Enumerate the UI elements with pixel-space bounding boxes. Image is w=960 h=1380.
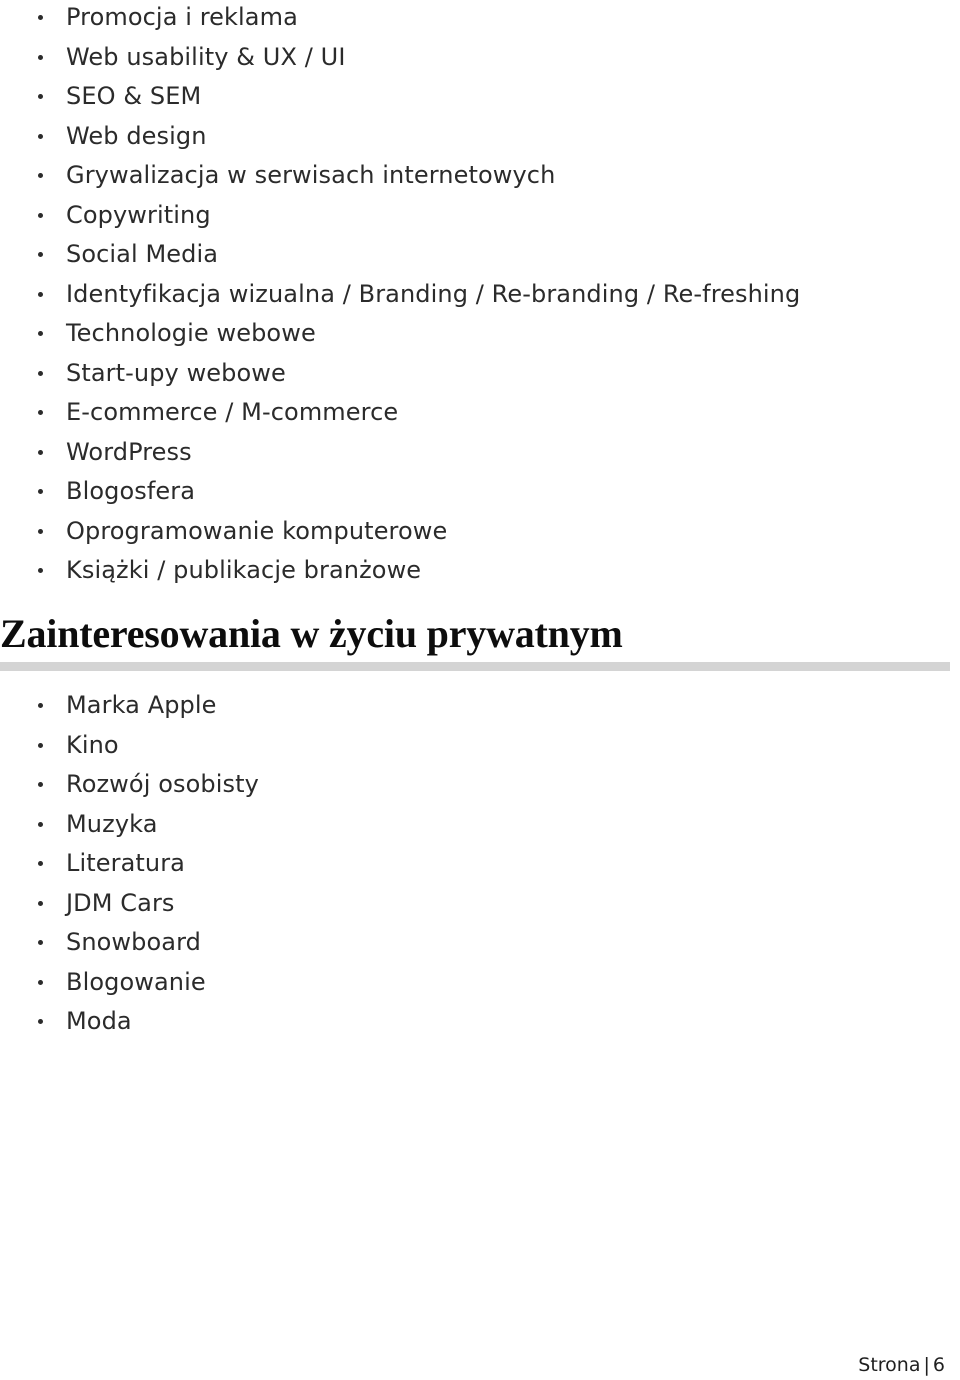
list-item-label: Moda (66, 1007, 132, 1035)
bullet-dot-icon (38, 489, 43, 495)
list-item-label: Web usability & UX / UI (66, 42, 346, 71)
list-item-label: Blogosfera (66, 477, 196, 505)
bullet-dot-icon (38, 900, 43, 906)
list-item: Marka Apple (0, 686, 960, 726)
list-item: Snowboard (0, 923, 960, 963)
list-item: Identyfikacja wizualna / Branding / Re-b… (0, 275, 960, 315)
list-item-label: SEO & SEM (66, 82, 202, 110)
heading-divider-rule (0, 662, 950, 671)
bullet-dot-icon (38, 291, 43, 297)
bullet-dot-icon (38, 979, 43, 985)
list-item: Grywalizacja w serwisach internetowych (0, 156, 960, 196)
list-item: Technologie webowe (0, 314, 960, 354)
list-item: Blogowanie (0, 963, 960, 1003)
list-item: Promocja i reklama (0, 0, 960, 38)
bullet-dot-icon (38, 742, 43, 748)
list-item: Rozwój osobisty (0, 765, 960, 805)
list-item-label: Książki / publikacje branżowe (66, 556, 422, 584)
bullet-dot-icon (38, 861, 43, 867)
list-item-label: Oprogramowanie komputerowe (66, 516, 448, 545)
list-item-label: Web design (66, 121, 207, 150)
list-item-label: Snowboard (66, 928, 201, 956)
bullet-dot-icon (38, 449, 43, 455)
list-item-label: Literatura (66, 849, 185, 877)
document-page: Promocja i reklama Web usability & UX / U… (0, 0, 960, 1380)
bullet-dot-icon (38, 252, 43, 258)
list-item: Blogosfera (0, 472, 960, 512)
list-item: Web usability & UX / UI (0, 38, 960, 78)
list-item-label: Kino (66, 730, 119, 759)
list-item: Książki / publikacje branżowe (0, 551, 960, 591)
bullet-dot-icon (38, 133, 43, 139)
list-item: E-commerce / M-commerce (0, 393, 960, 433)
list-item: SEO & SEM (0, 77, 960, 117)
list-item: Kino (0, 726, 960, 766)
list-item-label: Rozwój osobisty (66, 770, 259, 798)
bullet-dot-icon (38, 173, 43, 179)
bullet-dot-icon (38, 782, 43, 788)
bullet-dot-icon (38, 1019, 43, 1025)
list-item: Start-upy webowe (0, 354, 960, 394)
footer-label: Strona (858, 1354, 921, 1376)
list-item: Copywriting (0, 196, 960, 236)
bullet-dot-icon (38, 568, 43, 574)
list-item-label: Start-upy webowe (66, 358, 286, 387)
bullet-dot-icon (38, 821, 43, 827)
list-item-label: Technologie webowe (66, 319, 316, 347)
bullet-dot-icon (38, 410, 43, 416)
footer-separator: | (923, 1354, 930, 1376)
bullet-dot-icon (38, 54, 43, 60)
list-item-label: E-commerce / M-commerce (66, 398, 399, 426)
section-heading: Zainteresowania w życiu prywatnym (0, 611, 623, 656)
list-item-label: Copywriting (66, 200, 211, 229)
list-item-label: Blogowanie (66, 967, 206, 996)
list-item-label: Social Media (66, 240, 219, 268)
list-item: Oprogramowanie komputerowe (0, 512, 960, 552)
bullet-dot-icon (38, 940, 43, 946)
bullet-dot-icon (38, 212, 43, 218)
list-item: JDM Cars (0, 884, 960, 924)
bullet-dot-icon (38, 528, 43, 534)
bullet-dot-icon (38, 331, 43, 337)
list-item: Muzyka (0, 805, 960, 845)
list-item-label: Identyfikacja wizualna / Branding / Re-b… (66, 279, 801, 308)
footer-page-number: 6 (932, 1354, 945, 1376)
list-item-label: JDM Cars (66, 888, 175, 917)
list-item-label: Marka Apple (66, 691, 217, 719)
list-item: WordPress (0, 433, 960, 473)
list-item-label: WordPress (66, 437, 192, 466)
list-item: Moda (0, 1002, 960, 1042)
list-item: Web design (0, 117, 960, 157)
page-footer: Strona | 6 (0, 1352, 945, 1378)
bullet-dot-icon (38, 703, 43, 709)
bullet-dot-icon (38, 370, 43, 376)
private-interests-list: Marka Apple Kino Rozwój osobisty Muzyka Lite… (0, 686, 960, 1042)
list-item: Literatura (0, 844, 960, 884)
bullet-dot-icon (38, 15, 43, 21)
list-item-label: Promocja i reklama (66, 3, 298, 31)
private-interests-section-header: Zainteresowania w życiu prywatnym (0, 611, 960, 671)
bullet-dot-icon (38, 94, 43, 100)
list-item: Social Media (0, 235, 960, 275)
professional-interests-list: Promocja i reklama Web usability & UX / U… (0, 0, 960, 591)
list-item-label: Muzyka (66, 809, 158, 838)
list-item-label: Grywalizacja w serwisach internetowych (66, 161, 556, 189)
